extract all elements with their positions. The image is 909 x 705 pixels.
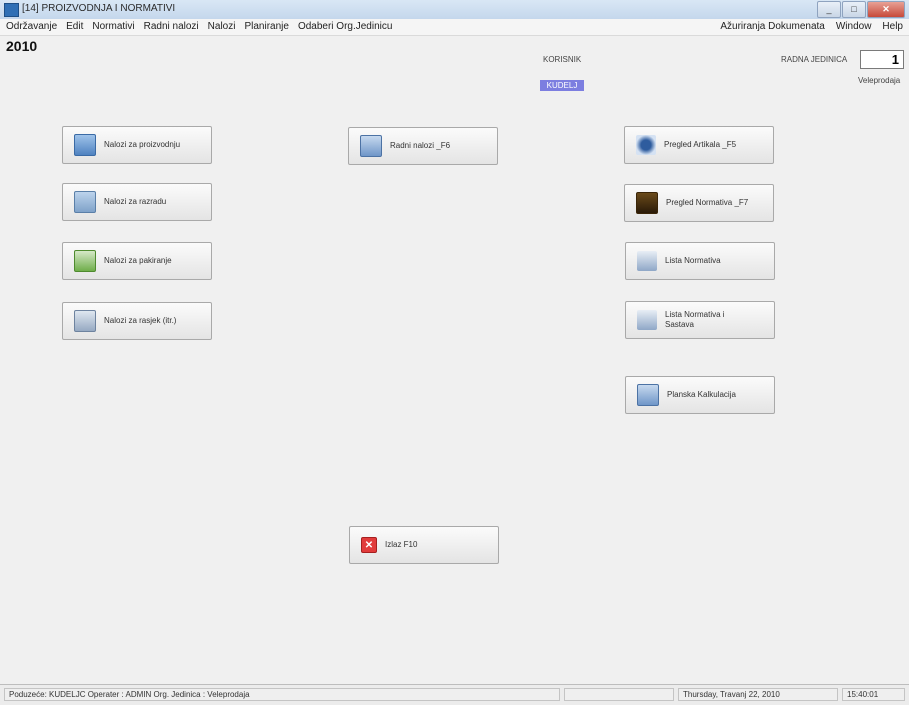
swirl-icon (636, 135, 656, 155)
minimize-button[interactable]: _ (817, 1, 841, 18)
worksheet-icon (360, 135, 382, 157)
title-bar: [14] PROIZVODNJA I NORMATIVI _ □ ✕ (0, 0, 909, 20)
window-title: [14] PROIZVODNJA I NORMATIVI (22, 3, 176, 14)
button-label: Pregled Artikala _F5 (664, 140, 737, 149)
button-label: Planska Kalkulacija (667, 390, 736, 399)
status-info: Poduzeće: KUDELJC Operater : ADMIN Org. … (4, 688, 560, 701)
year-label: 2010 (6, 38, 38, 54)
menu-bar: Održavanje Edit Normativi Radni nalozi N… (0, 19, 909, 36)
button-label: Lista Normativa (665, 256, 721, 265)
drawing-icon (74, 310, 96, 332)
nalozi-za-pakiranje-button[interactable]: Nalozi za pakiranje (62, 242, 212, 280)
menu-azuriranja-dokumenata[interactable]: Ažuriranja Dokumenata (720, 21, 825, 32)
button-label: Nalozi za rasjek (itr.) (104, 316, 177, 325)
lista-normativa-i-sastava-button[interactable]: Lista Normativa i Sastava (625, 301, 775, 339)
radni-nalozi-button[interactable]: Radni nalozi _F6 (348, 127, 498, 165)
app-icon (4, 3, 19, 17)
close-button[interactable]: ✕ (867, 1, 905, 18)
window-controls: _ □ ✕ (816, 1, 905, 18)
button-label: Nalozi za proizvodnju (104, 140, 181, 149)
nalozi-za-rasjek-button[interactable]: Nalozi za rasjek (itr.) (62, 302, 212, 340)
menu-normativi[interactable]: Normativi (92, 21, 134, 32)
radna-jedinica-field[interactable]: 1 (860, 50, 904, 69)
status-time: 15:40:01 (842, 688, 905, 701)
pregled-artikala-button[interactable]: Pregled Artikala _F5 (624, 126, 774, 164)
korisnik-label: KORISNIK (543, 55, 582, 64)
menu-nalozi[interactable]: Nalozi (208, 21, 236, 32)
menu-edit[interactable]: Edit (66, 21, 83, 32)
calculator-icon (637, 384, 659, 406)
nalozi-za-razradu-button[interactable]: Nalozi za razradu (62, 183, 212, 221)
status-empty (564, 688, 674, 701)
status-bar: Poduzeće: KUDELJC Operater : ADMIN Org. … (0, 684, 909, 705)
radna-jedinica-name: Veleprodaja (858, 76, 901, 85)
stack-icon (637, 310, 657, 330)
button-label: Nalozi za pakiranje (104, 256, 172, 265)
button-label: Radni nalozi _F6 (390, 141, 451, 150)
exit-icon: ✕ (361, 537, 377, 553)
button-label: Izlaz F10 (385, 540, 418, 549)
lista-normativa-button[interactable]: Lista Normativa (625, 242, 775, 280)
radna-jedinica-label: RADNA JEDINICA (781, 55, 848, 64)
maximize-button[interactable]: □ (842, 1, 866, 18)
film-icon (636, 192, 658, 214)
menu-help[interactable]: Help (882, 21, 903, 32)
pregled-normativa-button[interactable]: Pregled Normativa _F7 (624, 184, 774, 222)
stack-icon (637, 251, 657, 271)
cutting-icon (74, 191, 96, 213)
package-icon (74, 250, 96, 272)
izlaz-button[interactable]: ✕ Izlaz F10 (349, 526, 499, 564)
menu-radni-nalozi[interactable]: Radni nalozi (144, 21, 199, 32)
korisnik-badge: KUDELJ (540, 80, 584, 91)
planska-kalkulacija-button[interactable]: Planska Kalkulacija (625, 376, 775, 414)
button-label: Nalozi za razradu (104, 197, 167, 206)
menu-odrzavanje[interactable]: Održavanje (6, 21, 57, 32)
nalozi-za-proizvodnju-button[interactable]: Nalozi za proizvodnju (62, 126, 212, 164)
menu-odaberi-org-jedinicu[interactable]: Odaberi Org.Jedinicu (298, 21, 393, 32)
button-label: Pregled Normativa _F7 (666, 198, 749, 207)
menu-planiranje[interactable]: Planiranje (244, 21, 288, 32)
status-date: Thursday, Travanj 22, 2010 (678, 688, 838, 701)
document-icon (74, 134, 96, 156)
menu-window[interactable]: Window (836, 21, 872, 32)
button-label: Lista Normativa i Sastava (665, 310, 725, 329)
